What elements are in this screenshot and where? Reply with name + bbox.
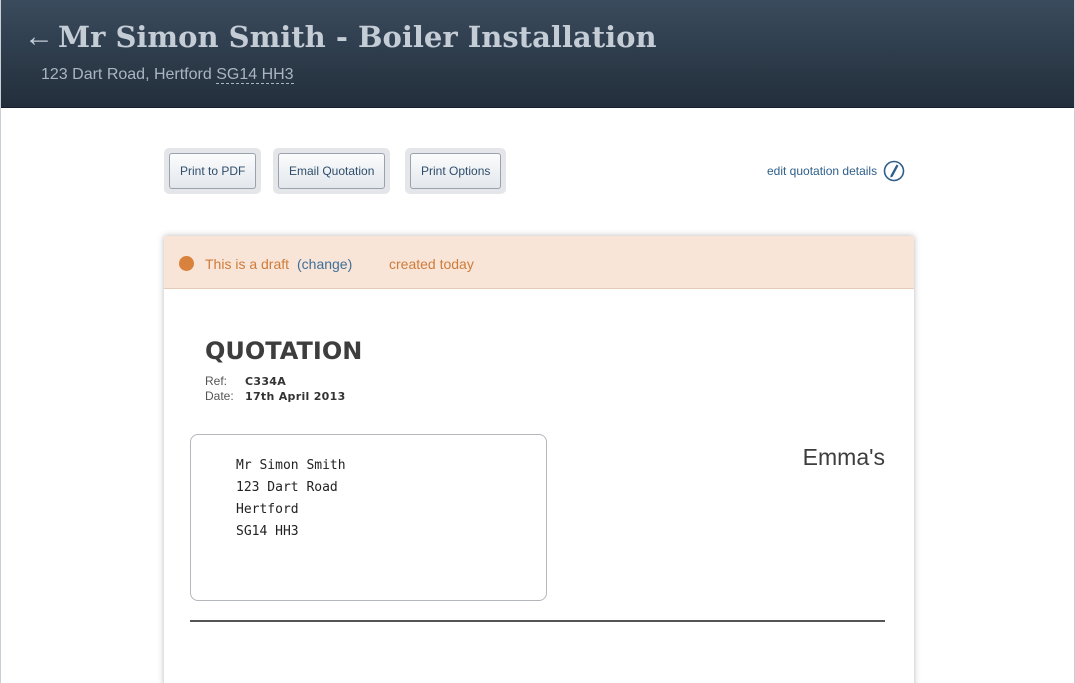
print-to-pdf-button[interactable]: Print to PDF bbox=[169, 153, 257, 189]
header-address: 123 Dart Road, Hertford SG14 HH3 bbox=[41, 65, 294, 85]
print-options-button[interactable]: Print Options bbox=[410, 153, 502, 189]
back-arrow-icon[interactable]: ← bbox=[24, 22, 54, 52]
page-header: ← Mr Simon Smith - Boiler Installation 1… bbox=[1, 0, 1074, 108]
edit-quotation-details-link[interactable]: edit quotation details bbox=[767, 158, 905, 184]
recipient-name: Mr Simon Smith bbox=[236, 458, 346, 473]
date-row: Date: 17th April 2013 bbox=[205, 389, 346, 404]
recipient-street: 123 Dart Road bbox=[236, 480, 338, 495]
ref-row: Ref: C334A bbox=[205, 374, 286, 389]
document-divider bbox=[190, 620, 885, 622]
email-quotation-button-wrap: Email Quotation bbox=[273, 148, 391, 194]
recipient-address-box: Mr Simon Smith 123 Dart Road Hertford SG… bbox=[190, 434, 547, 601]
ref-label: Ref: bbox=[205, 374, 228, 388]
print-options-button-wrap: Print Options bbox=[405, 148, 507, 194]
app-frame: ← Mr Simon Smith - Boiler Installation 1… bbox=[0, 0, 1075, 683]
recipient-town: Hertford bbox=[236, 502, 299, 517]
print-pdf-button-wrap: Print to PDF bbox=[164, 148, 262, 194]
recipient-postcode: SG14 HH3 bbox=[236, 524, 299, 539]
date-value: 17th April 2013 bbox=[245, 390, 346, 403]
email-quotation-button[interactable]: Email Quotation bbox=[278, 153, 386, 189]
edit-quotation-details-label: edit quotation details bbox=[767, 164, 878, 178]
header-postcode[interactable]: SG14 HH3 bbox=[216, 66, 294, 84]
header-address-text: 123 Dart Road, Hertford bbox=[41, 66, 212, 83]
page-title: Mr Simon Smith - Boiler Installation bbox=[58, 20, 657, 54]
change-status-link[interactable]: (change) bbox=[297, 255, 352, 273]
draft-status-text: This is a draft bbox=[205, 256, 290, 272]
date-label: Date: bbox=[205, 389, 234, 403]
draft-status-bar: This is a draft (change) created today bbox=[164, 236, 914, 289]
quotation-document: This is a draft (change) created today Q… bbox=[164, 236, 914, 683]
created-date-text: created today bbox=[389, 256, 474, 272]
quotation-heading: QUOTATION bbox=[205, 337, 363, 365]
ref-value: C334A bbox=[245, 375, 287, 388]
draft-status-dot-icon bbox=[179, 256, 194, 271]
company-name: Emma's bbox=[802, 444, 885, 470]
edit-pencil-icon[interactable] bbox=[883, 160, 905, 182]
